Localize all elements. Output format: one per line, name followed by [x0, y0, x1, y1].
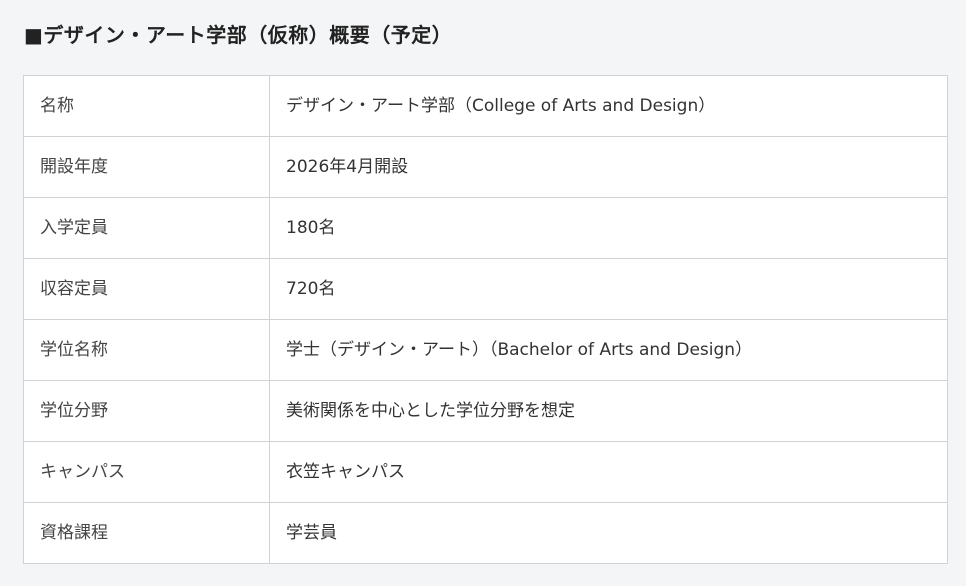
row-label: 収容定員: [23, 258, 270, 320]
row-value: 衣笠キャンパス: [269, 441, 948, 503]
section-heading: ■デザイン・アート学部（仮称）概要（予定）: [24, 23, 453, 47]
table-row: 収容定員 720名: [23, 258, 948, 320]
table-row: キャンパス 衣笠キャンパス: [23, 441, 948, 503]
table-row: 入学定員 180名: [23, 197, 948, 259]
row-label: キャンパス: [23, 441, 270, 503]
row-label: 名称: [23, 75, 270, 137]
row-value: 美術関係を中心とした学位分野を想定: [269, 380, 948, 442]
row-value: 720名: [269, 258, 948, 320]
row-label: 学位分野: [23, 380, 270, 442]
page: ■デザイン・アート学部（仮称）概要（予定） 名称 デザイン・アート学部（Coll…: [0, 0, 966, 586]
row-label: 学位名称: [23, 319, 270, 381]
table-row: 学位分野 美術関係を中心とした学位分野を想定: [23, 380, 948, 442]
row-value: 学芸員: [269, 502, 948, 564]
row-label: 入学定員: [23, 197, 270, 259]
table-row: 開設年度 2026年4月開設: [23, 136, 948, 198]
row-label: 資格課程: [23, 502, 270, 564]
overview-table: 名称 デザイン・アート学部（College of Arts and Design…: [23, 75, 948, 564]
table-row: 名称 デザイン・アート学部（College of Arts and Design…: [23, 75, 948, 137]
row-value: 学士（デザイン・アート）（Bachelor of Arts and Design…: [269, 319, 948, 381]
row-label: 開設年度: [23, 136, 270, 198]
table-row: 学位名称 学士（デザイン・アート）（Bachelor of Arts and D…: [23, 319, 948, 381]
table-row: 資格課程 学芸員: [23, 502, 948, 564]
row-value: 180名: [269, 197, 948, 259]
row-value: デザイン・アート学部（College of Arts and Design）: [269, 75, 948, 137]
row-value: 2026年4月開設: [269, 136, 948, 198]
